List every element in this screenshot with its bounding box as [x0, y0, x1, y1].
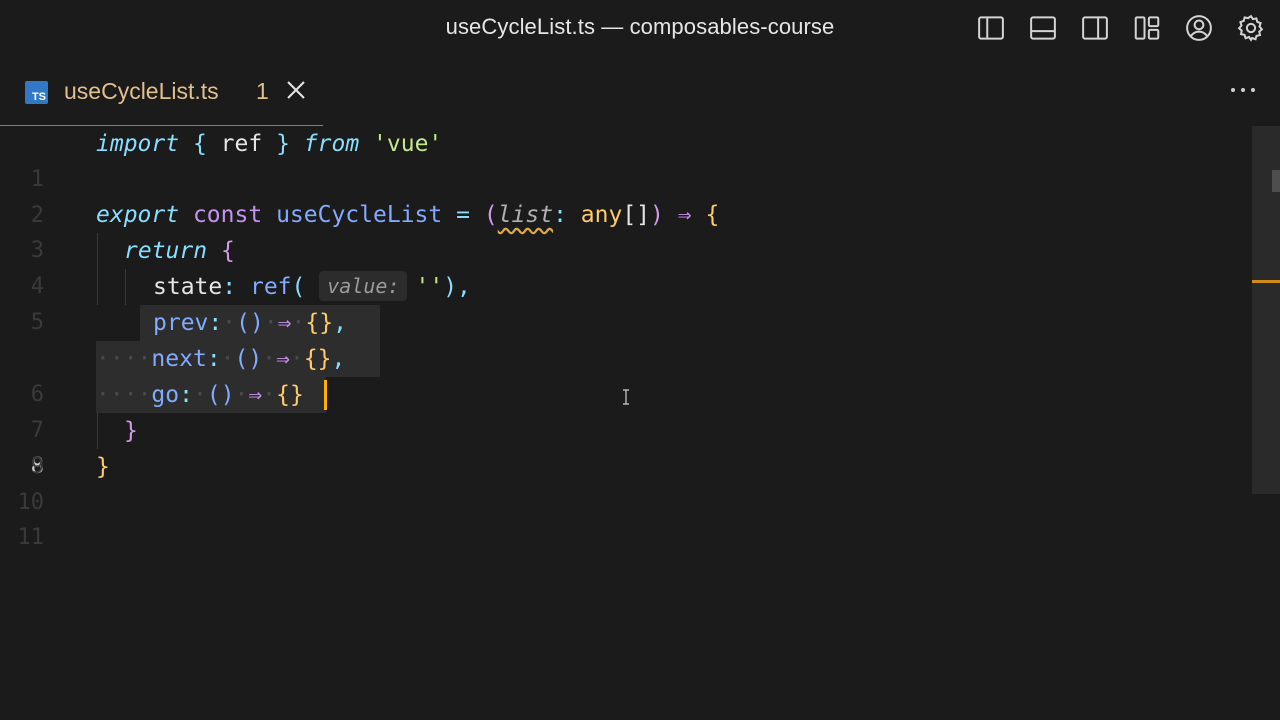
code-line: 6 prev:·()·⇒·{},	[0, 305, 1250, 407]
scrollbar-warning-marker	[1252, 280, 1280, 283]
token: }	[124, 418, 138, 444]
more-actions-icon[interactable]	[1228, 80, 1258, 100]
token: )	[443, 274, 458, 300]
token: (	[483, 202, 498, 228]
text-cursor	[324, 380, 327, 410]
indent-guide	[125, 269, 126, 305]
code-line: 5 state: ref( value: ''),	[0, 269, 1250, 335]
customize-layout-icon[interactable]	[1128, 9, 1166, 47]
vertical-scrollbar[interactable]	[1252, 126, 1280, 494]
code-line: 11	[0, 484, 1250, 550]
inlay-hint: value:	[319, 271, 408, 301]
indent-guide	[97, 233, 98, 269]
token: prev	[153, 310, 209, 336]
code-editor[interactable]: 1 import { ref } from 'vue' 2 3 export c…	[0, 126, 1280, 720]
token: {}	[305, 310, 334, 336]
account-icon[interactable]	[1180, 9, 1218, 47]
token: ref	[249, 274, 292, 300]
token: }	[96, 454, 110, 480]
token: ,	[333, 310, 347, 336]
token: )	[650, 202, 664, 228]
token: return	[124, 238, 208, 264]
token: =	[456, 202, 470, 228]
token: from	[303, 131, 360, 157]
token: ⇒	[277, 310, 292, 336]
tab-usecyclelist[interactable]: TS useCycleList.ts 1	[0, 56, 323, 127]
token: ⇒	[248, 382, 263, 408]
token: next	[151, 346, 207, 372]
token: {}	[303, 346, 332, 372]
token: {}	[276, 382, 304, 408]
token: {	[220, 238, 235, 264]
code-line: 4 return {	[0, 233, 1250, 299]
token: go	[151, 382, 180, 408]
token: }	[276, 131, 290, 157]
indent-guide	[97, 269, 98, 305]
token: ()	[236, 310, 264, 336]
token: ,	[331, 346, 346, 372]
token: export	[96, 202, 180, 228]
code-line: 7 ····next:·()·⇒·{},	[0, 341, 1250, 443]
token: any	[580, 202, 623, 228]
token: {	[705, 202, 720, 228]
code-line: 2	[0, 162, 1250, 228]
token: const	[192, 202, 263, 228]
indent-guide	[97, 413, 98, 449]
token: ()	[206, 382, 235, 408]
typescript-file-icon: TS	[25, 81, 48, 104]
mouse-ibeam-icon	[621, 389, 631, 405]
code-line: 10 }	[0, 449, 1250, 515]
close-icon[interactable]	[284, 78, 308, 102]
token: ⇒	[677, 202, 692, 228]
token: 'vue'	[373, 131, 443, 157]
token: {	[192, 131, 207, 157]
token: useCycleList	[276, 202, 443, 228]
token: ⇒	[276, 346, 290, 372]
token: ,	[457, 274, 471, 300]
token: ()	[234, 346, 263, 372]
problems-badge: 1	[256, 78, 269, 104]
token: :	[222, 274, 237, 300]
token: []	[622, 202, 651, 228]
token: state	[153, 274, 223, 300]
token: ''	[415, 274, 444, 300]
token: :	[553, 202, 567, 228]
tab-label: useCycleList.ts	[64, 78, 219, 104]
editor-tab-bar: TS useCycleList.ts 1	[0, 56, 1280, 127]
title-bar: useCycleList.ts — composables-course	[0, 0, 1280, 56]
toggle-panel-icon[interactable]	[1024, 9, 1062, 47]
scrollbar-thumb[interactable]	[1272, 170, 1280, 192]
code-line: 1 import { ref } from 'vue'	[0, 126, 1250, 192]
token: :	[208, 310, 223, 336]
token: import	[96, 131, 180, 157]
code-line: 9 }	[0, 413, 1250, 479]
toggle-primary-sidebar-icon[interactable]	[972, 9, 1010, 47]
token: ref	[220, 131, 263, 157]
token: list	[497, 202, 554, 228]
layout-controls	[972, 9, 1270, 47]
toggle-secondary-sidebar-icon[interactable]	[1076, 9, 1114, 47]
token: :	[206, 346, 221, 372]
token: (	[291, 274, 306, 300]
settings-gear-icon[interactable]	[1232, 9, 1270, 47]
lightbulb-icon[interactable]	[100, 309, 205, 372]
line-number: 11	[17, 525, 45, 550]
code-line: 3 export const useCycleList = (list: any…	[0, 197, 1250, 263]
token: :	[179, 382, 193, 408]
